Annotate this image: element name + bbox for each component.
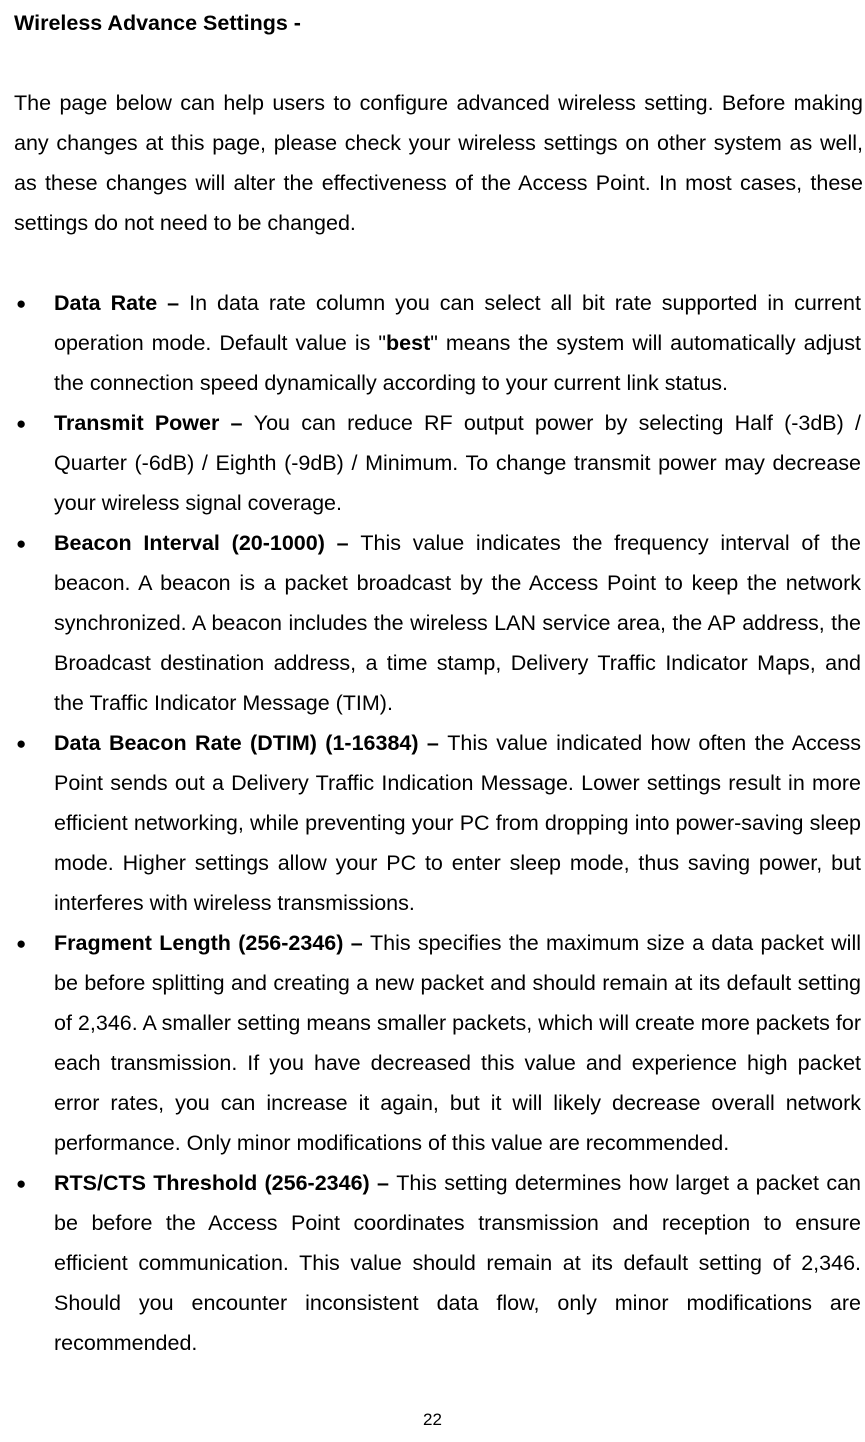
desc-text: This value indicates the frequency inter… [54,531,861,715]
settings-list: Data Rate – In data rate column you can … [14,284,865,1364]
intro-paragraph: The page below can help users to configu… [14,84,865,244]
desc-text: This value indicated how often the Acces… [54,731,861,915]
desc-text: This specifies the maximum size a data p… [54,931,861,1155]
term-beacon-interval: Beacon Interval (20-1000) – [54,531,360,555]
list-item: RTS/CTS Threshold (256-2346) – This sett… [54,1164,861,1364]
page-heading: Wireless Advance Settings - [14,4,865,44]
desc-text: This setting determines how larget a pac… [54,1171,861,1355]
list-item: Data Beacon Rate (DTIM) (1-16384) – This… [54,724,861,924]
list-item: Data Rate – In data rate column you can … [54,284,861,404]
list-item: Beacon Interval (20-1000) – This value i… [54,524,861,724]
term-fragment-length: Fragment Length (256-2346) – [54,931,370,955]
term-transmit-power: Transmit Power – [54,411,254,435]
page-number: 22 [0,1404,865,1436]
term-data-rate: Data Rate – [54,291,189,315]
term-dtim: Data Beacon Rate (DTIM) (1-16384) – [54,731,447,755]
list-item: Transmit Power – You can reduce RF outpu… [54,404,861,524]
term-rts-cts: RTS/CTS Threshold (256-2346) – [54,1171,396,1195]
list-item: Fragment Length (256-2346) – This specif… [54,924,861,1164]
bold-best: best [386,331,430,355]
